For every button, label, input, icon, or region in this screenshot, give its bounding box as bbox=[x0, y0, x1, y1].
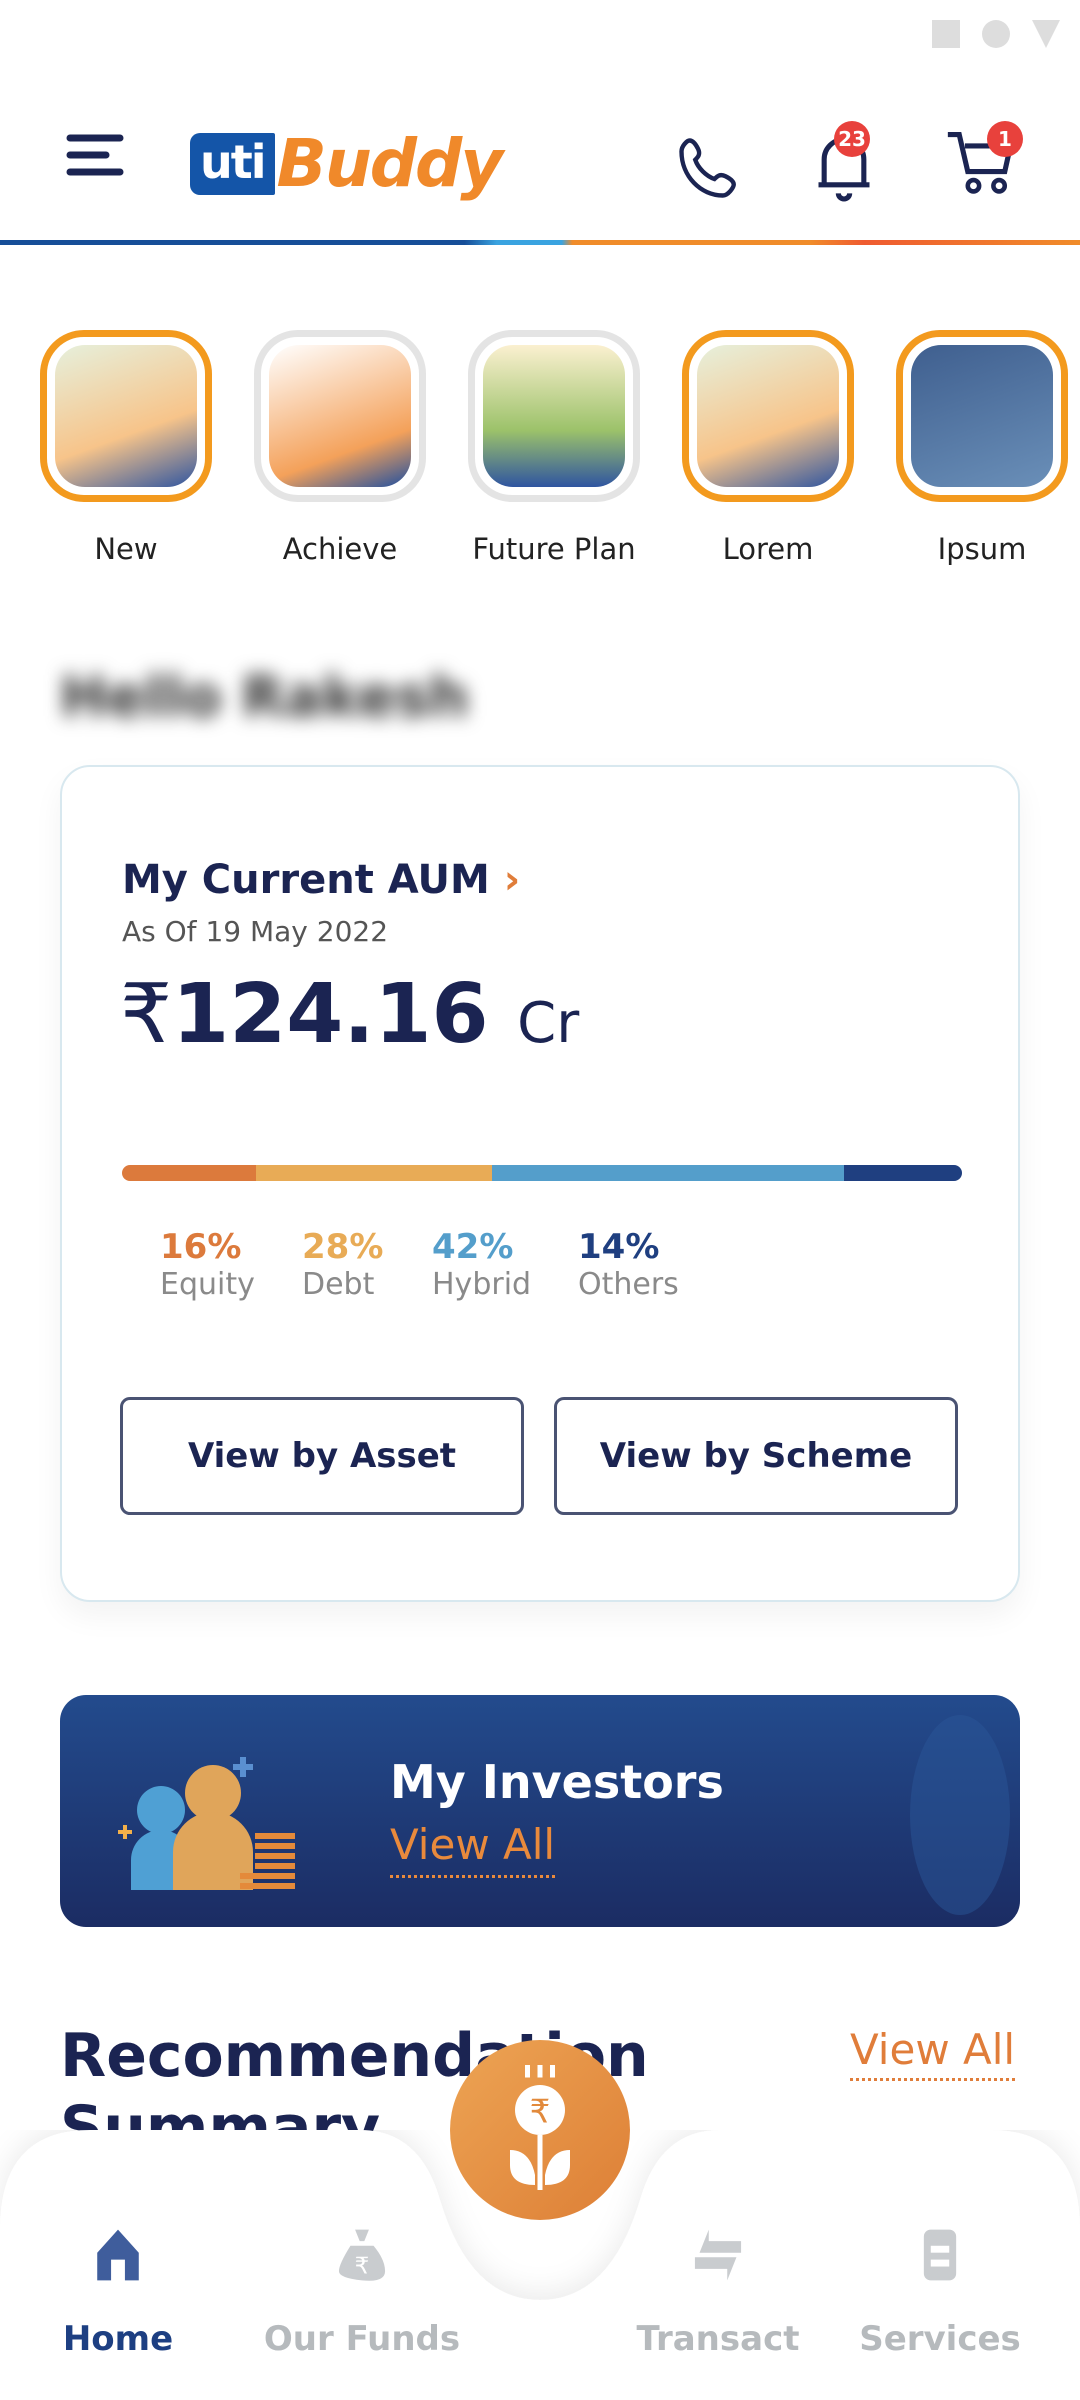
allocation-segment-others bbox=[844, 1165, 962, 1181]
chevron-right-icon: › bbox=[503, 857, 521, 903]
story-image bbox=[697, 345, 839, 487]
allocation-bar bbox=[122, 1165, 962, 1181]
aum-card: My Current AUM › As Of 19 May 2022 ₹124.… bbox=[60, 765, 1020, 1602]
investors-icon bbox=[118, 1757, 295, 1890]
story-label: Future Plan bbox=[472, 532, 636, 566]
story-item[interactable]: Achieve bbox=[254, 330, 426, 566]
allocation-legend-others: 14% Others bbox=[578, 1227, 679, 1302]
invest-fab-button[interactable]: ₹ bbox=[450, 2040, 630, 2220]
leaf-decoration bbox=[910, 1715, 1010, 1915]
story-item[interactable]: Future Plan bbox=[468, 330, 640, 566]
rupee-plant-icon: ₹ bbox=[510, 2065, 570, 2190]
allocation-legend-debt: 28% Debt bbox=[302, 1227, 384, 1302]
view-by-asset-button[interactable]: View by Asset bbox=[120, 1397, 524, 1515]
notification-badge: 23 bbox=[834, 121, 870, 157]
aum-title-link[interactable]: My Current AUM › bbox=[122, 857, 520, 903]
story-thumbnail bbox=[896, 330, 1068, 502]
story-item[interactable]: Ipsum bbox=[896, 330, 1068, 566]
allocation-legend-hybrid: 42% Hybrid bbox=[432, 1227, 532, 1302]
nav-our-funds[interactable]: ₹ Our Funds bbox=[262, 2225, 462, 2359]
allocation-segment-hybrid bbox=[491, 1165, 845, 1181]
story-label: Lorem bbox=[722, 532, 814, 566]
story-image bbox=[269, 345, 411, 487]
app-header: uti Buddy 23 1 bbox=[0, 0, 1080, 240]
as-of-date: As Of 19 May 2022 bbox=[122, 915, 389, 948]
svg-text:₹: ₹ bbox=[355, 2253, 370, 2279]
view-by-scheme-button[interactable]: View by Scheme bbox=[554, 1397, 958, 1515]
investors-view-all-link[interactable]: View All bbox=[390, 1820, 556, 1878]
nav-services[interactable]: Services bbox=[840, 2225, 1040, 2359]
logo: uti Buddy bbox=[190, 125, 503, 202]
transfer-icon bbox=[694, 2229, 742, 2281]
nav-home[interactable]: Home bbox=[18, 2225, 218, 2359]
recommendation-view-all-link[interactable]: View All bbox=[850, 2025, 1016, 2081]
story-thumbnail bbox=[40, 330, 212, 502]
story-image bbox=[911, 345, 1053, 487]
story-item[interactable]: New bbox=[40, 330, 212, 566]
nav-transact[interactable]: Transact bbox=[618, 2225, 818, 2359]
phone-icon[interactable] bbox=[676, 135, 742, 201]
cart-button[interactable]: 1 bbox=[945, 121, 1023, 205]
services-icon bbox=[923, 2229, 957, 2281]
story-label: New bbox=[94, 532, 158, 566]
story-thumbnail bbox=[682, 330, 854, 502]
my-investors-banner[interactable]: My Investors View All bbox=[60, 1695, 1020, 1927]
story-thumbnail bbox=[254, 330, 426, 502]
greeting: Hello Rakesh bbox=[60, 665, 470, 730]
home-icon bbox=[97, 2229, 139, 2281]
notifications-button[interactable]: 23 bbox=[810, 121, 878, 209]
story-label: Ipsum bbox=[937, 532, 1027, 566]
story-label: Achieve bbox=[282, 532, 398, 566]
menu-icon[interactable] bbox=[66, 132, 124, 178]
svg-text:₹: ₹ bbox=[530, 2093, 551, 2131]
story-image bbox=[483, 345, 625, 487]
story-item[interactable]: Lorem bbox=[682, 330, 854, 566]
allocation-legend-equity: 16% Equity bbox=[160, 1227, 255, 1302]
aum-amount: ₹124.16 Cr bbox=[120, 967, 580, 1062]
header-divider bbox=[0, 240, 1080, 245]
story-image bbox=[55, 345, 197, 487]
cart-badge: 1 bbox=[987, 121, 1023, 157]
investors-title: My Investors bbox=[390, 1755, 724, 1809]
allocation-segment-equity bbox=[122, 1165, 257, 1181]
money-bag-icon: ₹ bbox=[338, 2229, 386, 2281]
allocation-segment-debt bbox=[256, 1165, 492, 1181]
story-thumbnail bbox=[468, 330, 640, 502]
